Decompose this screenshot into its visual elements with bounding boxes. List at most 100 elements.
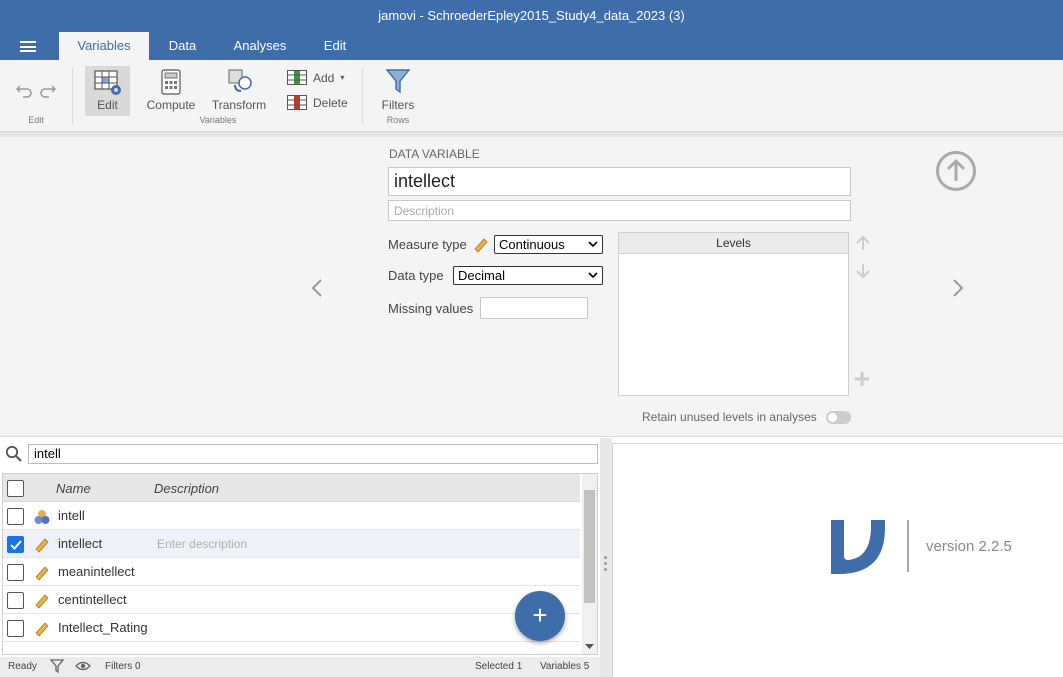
edit-group-label: Edit <box>28 115 44 125</box>
table-header: Name Description <box>3 474 580 502</box>
status-selected: Selected 1 <box>475 661 523 672</box>
menu-icon[interactable] <box>20 41 36 52</box>
data-type-select[interactable]: Decimal <box>453 266 603 285</box>
variables-table: Name Description intell intellect Enter … <box>2 473 598 655</box>
edit-button-label: Edit <box>97 98 118 112</box>
measure-type-label: Measure type <box>388 237 467 252</box>
previous-variable-icon[interactable] <box>309 278 325 298</box>
delete-button-label: Delete <box>313 95 348 110</box>
retain-levels-toggle[interactable] <box>826 411 851 424</box>
window-title: jamovi - SchroederEpley2015_Study4_data_… <box>0 0 1063 32</box>
ruler-icon <box>35 566 49 581</box>
jamovi-logo <box>831 520 885 574</box>
levels-list[interactable]: Levels <box>618 232 849 396</box>
variable-name-field[interactable]: intellect <box>388 167 851 196</box>
select-all-checkbox[interactable] <box>7 480 24 497</box>
transform-button-label: Transform <box>211 98 267 112</box>
filters-button[interactable]: Filters <box>377 68 419 112</box>
add-level-icon[interactable] <box>854 371 870 387</box>
undo-icon[interactable] <box>16 82 34 98</box>
table-scrollbar[interactable] <box>582 474 597 654</box>
table-row[interactable]: intell <box>3 502 580 530</box>
row-checkbox[interactable] <box>7 508 24 525</box>
ruler-icon <box>474 238 488 253</box>
tab-edit[interactable]: Edit <box>315 32 355 60</box>
data-variable-heading: DATA VARIABLE <box>389 147 480 161</box>
variable-name: Intellect_Rating <box>58 620 148 635</box>
add-column-icon <box>287 70 307 85</box>
scrollbar-thumb[interactable] <box>584 490 595 603</box>
rows-group-label: Rows <box>386 115 410 125</box>
variable-name: intellect <box>58 536 103 551</box>
filters-button-label: Filters <box>381 98 415 112</box>
results-panel: version 2.2.5 <box>612 443 1063 677</box>
data-type-value: Decimal <box>458 268 505 283</box>
missing-values-field[interactable] <box>480 297 588 319</box>
status-filters: Filters 0 <box>105 661 141 672</box>
variable-name: intell <box>58 508 85 523</box>
edit-grid-icon <box>93 70 121 95</box>
chevron-down-icon <box>588 272 598 279</box>
row-checkbox[interactable] <box>7 592 24 609</box>
add-button-label: Add <box>313 70 335 85</box>
version-label: version 2.2.5 <box>926 538 1012 555</box>
delete-variable-button[interactable]: Delete <box>287 95 348 110</box>
chevron-down-icon: ▾ <box>340 73 345 82</box>
table-row[interactable]: meanintellect <box>3 558 580 586</box>
retain-levels-label: Retain unused levels in analyses <box>642 410 817 424</box>
chevron-down-icon <box>588 241 598 248</box>
row-checkbox[interactable] <box>7 564 24 581</box>
ruler-icon <box>35 622 49 637</box>
compute-button-label: Compute <box>146 98 196 112</box>
variable-name: centintellect <box>58 592 127 607</box>
status-ready: Ready <box>8 661 37 672</box>
ribbon-toolbar: Edit Edit Compute Transform Add ▾ Delete… <box>0 60 1063 132</box>
compute-button[interactable]: Compute <box>145 69 197 112</box>
checkmark-icon <box>9 539 22 550</box>
variables-group-label: Variables <box>199 115 237 125</box>
table-row[interactable]: Intellect_Rating <box>3 614 580 642</box>
missing-values-label: Missing values <box>388 301 474 316</box>
ruler-icon <box>35 538 49 553</box>
add-variable-button[interactable]: Add ▾ <box>287 70 344 85</box>
edit-variable-button[interactable]: Edit <box>85 66 130 116</box>
filter-funnel-icon <box>385 69 411 94</box>
variable-editor: DATA VARIABLE intellect Description Meas… <box>0 137 1063 437</box>
redo-icon[interactable] <box>38 82 56 98</box>
tab-data[interactable]: Data <box>160 32 205 60</box>
filter-funnel-icon[interactable] <box>50 659 64 673</box>
data-type-label: Data type <box>388 268 444 283</box>
transform-button[interactable]: Transform <box>211 69 267 112</box>
logo-divider <box>907 520 909 572</box>
levels-header: Levels <box>619 233 848 254</box>
add-variable-fab[interactable]: + <box>515 591 565 641</box>
eye-icon[interactable] <box>75 660 91 672</box>
panel-splitter[interactable] <box>600 438 612 677</box>
row-checkbox[interactable] <box>7 536 24 553</box>
transform-icon <box>228 69 252 92</box>
measure-type-select[interactable]: Continuous <box>494 235 603 254</box>
table-row[interactable]: centintellect <box>3 586 580 614</box>
move-level-down-icon[interactable] <box>855 263 871 279</box>
calculator-icon <box>161 69 181 95</box>
column-header-description: Description <box>154 481 220 496</box>
row-checkbox[interactable] <box>7 620 24 637</box>
measure-type-value: Continuous <box>499 237 565 252</box>
tab-analyses[interactable]: Analyses <box>226 32 294 60</box>
variable-description-field[interactable]: Description <box>388 200 851 221</box>
ruler-icon <box>35 594 49 609</box>
collapse-editor-icon[interactable] <box>935 150 977 192</box>
delete-column-icon <box>287 95 307 110</box>
status-bar: Ready Filters 0 Selected 1 Variables 5 <box>0 657 606 677</box>
scroll-down-icon[interactable] <box>585 643 594 651</box>
status-variables: Variables 5 <box>540 661 590 672</box>
main-tab-bar: Variables Data Analyses Edit <box>0 32 1063 60</box>
variable-search-row: intell <box>0 438 606 468</box>
tab-variables[interactable]: Variables <box>59 32 149 60</box>
variable-description-input[interactable]: Enter description <box>157 537 247 551</box>
next-variable-icon[interactable] <box>950 278 966 298</box>
column-header-name: Name <box>56 481 91 496</box>
variable-search-input[interactable]: intell <box>28 444 598 464</box>
move-level-up-icon[interactable] <box>855 235 871 251</box>
table-row[interactable]: intellect Enter description <box>3 530 580 558</box>
